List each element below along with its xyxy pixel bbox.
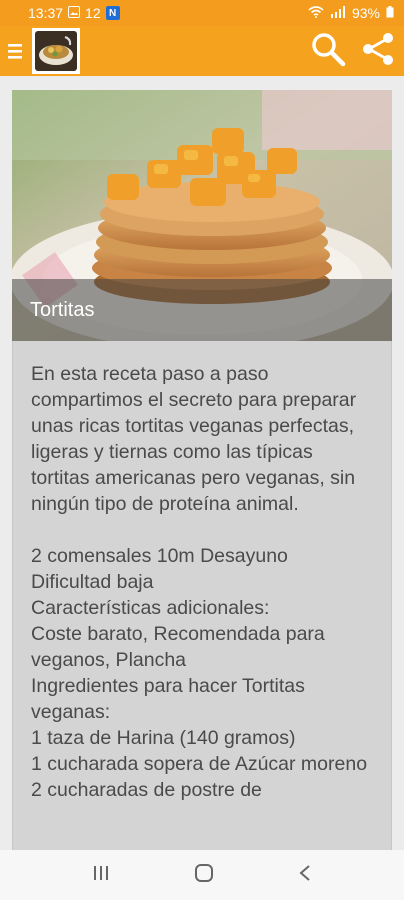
menu-icon[interactable]	[0, 26, 30, 76]
ingredient-item: 1 cucharada sopera de Azúcar moreno	[31, 753, 368, 775]
home-button[interactable]	[194, 863, 214, 888]
status-bar: 13:37 12 N 93%	[0, 0, 404, 26]
battery-icon	[386, 5, 394, 21]
share-icon[interactable]	[360, 31, 396, 72]
battery-text: 93%	[351, 5, 380, 21]
search-icon[interactable]	[310, 31, 346, 72]
recipe-image: Tortitas	[12, 90, 392, 341]
back-button[interactable]	[298, 864, 312, 887]
app-badge-icon: N	[105, 6, 120, 20]
ingredients-label: Ingredientes para hacer Tortitas veganas…	[31, 675, 305, 723]
recipe-title: Tortitas	[12, 279, 392, 341]
signal-icon	[330, 5, 346, 21]
recent-apps-button[interactable]	[92, 865, 110, 886]
recipe-card: En esta receta paso a paso compartimos e…	[12, 341, 392, 850]
wifi-icon	[308, 5, 324, 21]
recipe-description: En esta receta paso a paso compartimos e…	[31, 363, 357, 515]
recipe-meta: 2 comensales 10m Desayuno	[31, 545, 288, 567]
system-nav-bar	[0, 850, 404, 900]
recipe-difficulty: Dificultad baja	[31, 571, 154, 593]
ingredient-item: 1 taza de Harina (140 gramos)	[31, 727, 296, 749]
recipe-content[interactable]: Tortitas En esta receta paso a paso comp…	[0, 76, 404, 850]
app-logo[interactable]	[32, 28, 80, 74]
notification-count: 12	[85, 5, 101, 21]
app-bar	[0, 26, 404, 76]
features-label: Características adicionales:	[31, 597, 270, 619]
features-text: Coste barato, Recomendada para veganos, …	[31, 623, 325, 671]
ingredient-item: 2 cucharadas de postre de	[31, 779, 262, 801]
gallery-icon	[68, 5, 81, 21]
status-time: 13:37	[28, 5, 64, 21]
